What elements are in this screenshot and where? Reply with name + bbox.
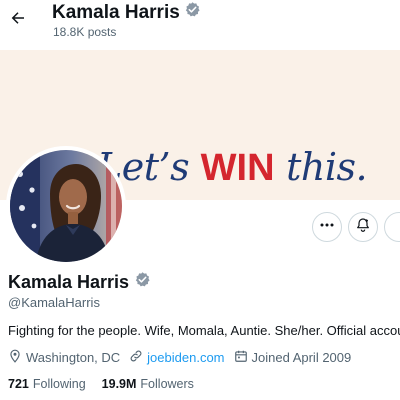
slogan-part2: this. <box>274 145 368 189</box>
link-icon <box>129 349 143 366</box>
header-title: Kamala Harris <box>52 1 201 24</box>
followers-count: 19.9M <box>101 377 137 391</box>
website: joebiden.com <box>129 349 225 366</box>
notification-bell-icon <box>355 217 371 238</box>
back-arrow-icon[interactable] <box>8 8 28 28</box>
join-date: Joined April 2009 <box>234 349 352 366</box>
location-pin-icon <box>8 349 22 366</box>
location-text: Washington, DC <box>26 350 121 365</box>
profile-bio: Fighting for the people. Wife, Momala, A… <box>8 323 400 338</box>
location: Washington, DC <box>8 349 120 366</box>
profile-handle: @KamalaHarris <box>8 295 100 310</box>
slogan-highlight: WIN <box>200 147 275 189</box>
partial-action-button[interactable] <box>384 212 400 242</box>
profile-name: Kamala Harris <box>8 271 151 293</box>
join-date-text: Joined April 2009 <box>251 350 352 365</box>
following-label: Following <box>32 377 86 391</box>
website-link[interactable]: joebiden.com <box>147 350 224 365</box>
banner-slogan: Let’s WIN this. <box>97 145 368 189</box>
follow-stats: 721 Following 19.9M Followers <box>8 377 210 391</box>
calendar-icon <box>234 349 248 366</box>
top-bar: Kamala Harris 18.8K posts <box>0 0 400 50</box>
verified-badge-icon <box>134 271 151 293</box>
more-options-button[interactable] <box>312 212 342 242</box>
posts-count: 18.8K posts <box>53 25 117 39</box>
more-icon <box>319 217 335 238</box>
avatar[interactable] <box>6 146 126 266</box>
following-link[interactable]: 721 Following <box>8 377 86 391</box>
followers-label: Followers <box>140 377 194 391</box>
header-name: Kamala Harris <box>52 1 180 23</box>
following-count: 721 <box>8 377 29 391</box>
profile-name-text: Kamala Harris <box>8 271 130 292</box>
profile-meta: Washington, DC joebiden.com Joined April… <box>8 349 360 366</box>
followers-link[interactable]: 19.9M Followers <box>102 377 194 391</box>
verified-badge-icon <box>184 1 201 24</box>
notification-button[interactable] <box>348 212 378 242</box>
